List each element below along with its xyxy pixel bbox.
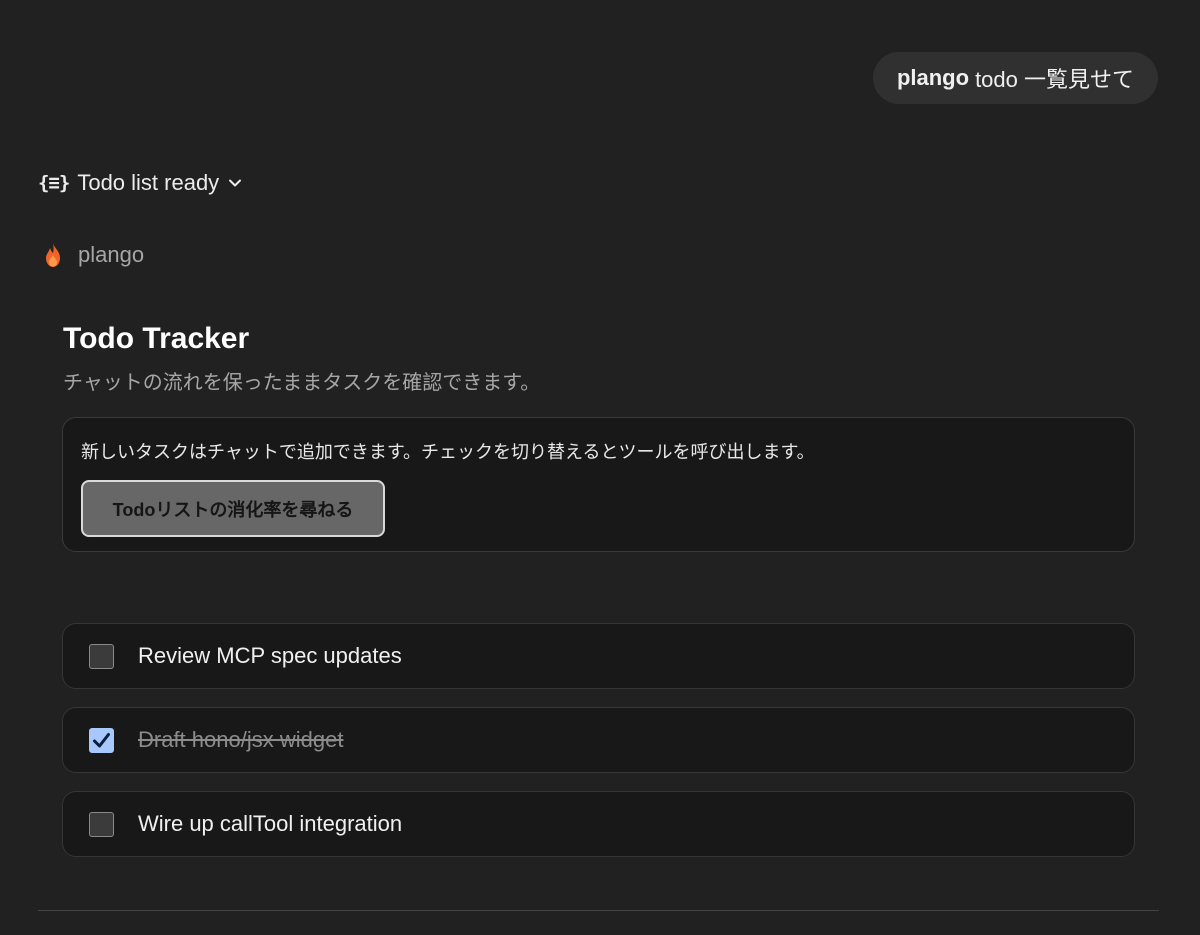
checkmark-icon [93,732,110,747]
todo-checkbox[interactable] [89,811,114,837]
flame-icon [42,242,64,268]
widget-subtitle: チャットの流れを保ったままタスクを確認できます。 [63,372,541,394]
user-message-app-mention: plango [896,65,970,90]
chevron-down-icon [227,175,243,191]
todo-checkbox-checked[interactable] [89,727,114,753]
info-card: 新しいタスクはチャットで追加できます。チェックを切り替えるとツールを呼び出します… [62,417,1135,552]
todo-item: Review MCP spec updates [62,623,1135,689]
app-source-row: plango [42,242,144,268]
info-text: 新しいタスクはチャットで追加できます。チェックを切り替えるとツールを呼び出します… [81,442,815,462]
tool-status-label: Todo list ready [77,170,220,195]
widget-title: Todo Tracker [63,322,250,355]
todo-item: Draft hono/jsx widget [62,707,1135,773]
chat-page: plango todo 一覧見せて {≡} Todo list ready pl… [0,0,1200,935]
app-name: plango [78,242,145,267]
todo-item: Wire up callTool integration [62,791,1135,857]
divider [38,910,1159,911]
todo-label: Review MCP spec updates [138,643,402,668]
user-message-text: todo 一覧見せて [975,67,1134,92]
user-message-bubble: plango todo 一覧見せて [872,52,1158,104]
braces-list-icon: {≡} [38,172,70,194]
ask-completion-rate-button[interactable]: Todoリストの消化率を尋ねる [81,480,385,537]
tool-status-toggle[interactable]: {≡} Todo list ready [38,170,243,196]
todo-label: Draft hono/jsx widget [138,727,344,752]
todo-label: Wire up callTool integration [138,811,403,836]
todo-checkbox[interactable] [89,643,114,669]
